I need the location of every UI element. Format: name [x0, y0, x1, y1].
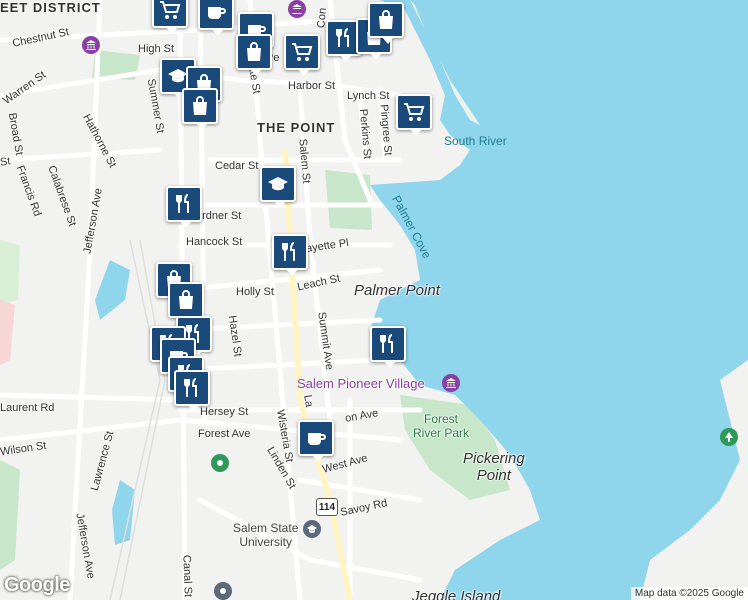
bag-icon: [188, 94, 212, 118]
cart-icon: [290, 40, 314, 64]
fork-knife-icon: [180, 376, 204, 400]
route-114-shield: 114: [316, 498, 338, 516]
cup-icon: [204, 0, 228, 24]
bag-marker[interactable]: [168, 282, 204, 324]
park-tree-icon[interactable]: [720, 428, 738, 446]
street-hersey: Hersey St: [200, 406, 249, 418]
fork-knife-marker[interactable]: [272, 234, 308, 276]
map-credit[interactable]: Map data ©2025 Google: [630, 587, 748, 600]
poi-salem-state-label[interactable]: Salem State University: [233, 521, 298, 549]
museum-icon[interactable]: [442, 374, 460, 392]
museum-icon-top[interactable]: [288, 0, 306, 18]
fork-knife-icon: [332, 26, 356, 50]
park-pin-icon[interactable]: [211, 454, 229, 472]
cup-icon: [304, 426, 328, 450]
place-jeggle-island: Jeggle Island: [412, 588, 501, 600]
school-icon: [266, 172, 290, 196]
fork-knife-icon: [376, 332, 400, 356]
cart-marker[interactable]: [152, 0, 188, 34]
street-cedar: Cedar St: [215, 160, 259, 172]
street-canal: Canal St: [180, 554, 194, 598]
fork-knife-marker[interactable]: [370, 326, 406, 368]
water-south-river: South River: [444, 134, 507, 148]
district-label: EET DISTRICT: [0, 0, 101, 15]
fork-knife-marker[interactable]: [174, 370, 210, 412]
fork-knife-icon: [278, 240, 302, 264]
school-poi-icon[interactable]: [303, 520, 321, 538]
school-marker[interactable]: [260, 166, 296, 208]
street-harbor: Harbor St: [288, 80, 336, 92]
street-forest: Forest Ave: [198, 428, 251, 440]
fork-knife-icon: [172, 192, 196, 216]
map-view[interactable]: EET DISTRICT THE POINT Chestnut St High …: [0, 0, 748, 600]
fork-knife-marker[interactable]: [166, 186, 202, 228]
bag-icon: [242, 40, 266, 64]
neighborhood-label: THE POINT: [257, 120, 336, 135]
museum-icon-north[interactable]: [82, 36, 100, 54]
google-logo: Google: [4, 574, 70, 596]
street-st-fragment: St: [0, 155, 12, 169]
place-palmer-point: Palmer Point: [354, 282, 440, 299]
poi-forest-river-park-label[interactable]: Forest River Park: [413, 412, 469, 440]
street-laurent: Laurent Rd: [0, 402, 55, 414]
cart-marker[interactable]: [396, 94, 432, 136]
street-gardner: ardner St: [196, 210, 242, 222]
street-hancock: Hancock St: [186, 236, 243, 248]
cup-marker[interactable]: [198, 0, 234, 36]
bag-icon: [174, 288, 198, 312]
cart-icon: [158, 0, 182, 22]
bag-marker[interactable]: [182, 88, 218, 130]
poi-salem-pioneer-village-label[interactable]: Salem Pioneer Village: [297, 376, 425, 391]
cart-marker[interactable]: [284, 34, 320, 76]
street-lynch: Lynch St: [347, 90, 390, 102]
place-pin-icon-bottom[interactable]: [214, 582, 232, 600]
street-high: High St: [138, 43, 175, 55]
bag-marker[interactable]: [368, 2, 404, 44]
cart-icon: [402, 100, 426, 124]
bag-marker[interactable]: [236, 34, 272, 76]
cup-marker[interactable]: [298, 420, 334, 462]
street-holly: Holly St: [236, 286, 274, 298]
street-lafayette-lower: La: [301, 393, 316, 409]
bag-icon: [374, 8, 398, 32]
place-pickering-point: Pickering Point: [463, 450, 525, 484]
